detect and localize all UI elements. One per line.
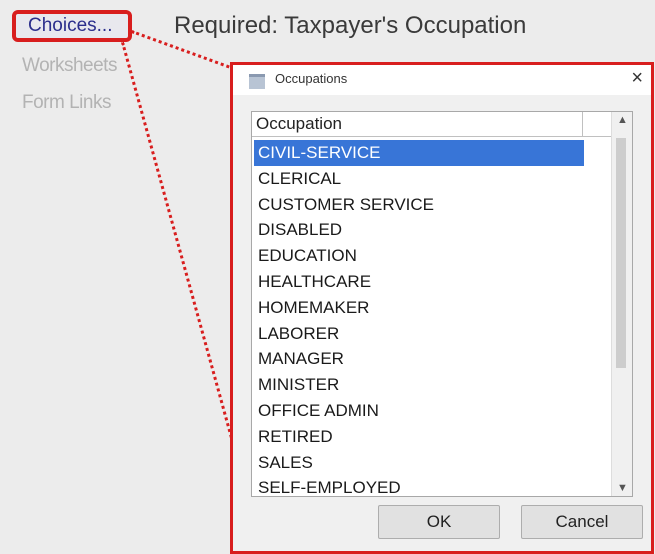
choices-label: Choices... bbox=[28, 15, 113, 36]
dialog-titlebar[interactable]: Occupations × bbox=[233, 65, 651, 95]
list-item[interactable]: CLERICAL bbox=[254, 166, 584, 192]
choices-link[interactable]: Choices... bbox=[12, 10, 132, 42]
list-item[interactable]: MINISTER bbox=[254, 372, 584, 398]
close-icon[interactable]: × bbox=[631, 67, 643, 90]
list-items: CIVIL-SERVICE CLERICAL CUSTOMER SERVICE … bbox=[254, 140, 584, 496]
scroll-thumb[interactable] bbox=[616, 138, 626, 368]
cancel-button[interactable]: Cancel bbox=[521, 505, 643, 539]
list-item[interactable]: HOMEMAKER bbox=[254, 295, 584, 321]
list-item[interactable]: DISABLED bbox=[254, 217, 584, 243]
scroll-down-icon[interactable]: ▼ bbox=[617, 482, 628, 494]
list-item[interactable]: RETIRED bbox=[254, 424, 584, 450]
list-item[interactable]: CIVIL-SERVICE bbox=[254, 140, 584, 166]
list-header[interactable]: Occupation bbox=[252, 112, 632, 137]
occupations-dialog: Occupations × Occupation CIVIL-SERVICE C… bbox=[230, 62, 654, 554]
window-icon bbox=[249, 74, 265, 89]
column-header-occupation[interactable]: Occupation bbox=[256, 114, 342, 134]
dialog-title: Occupations bbox=[275, 71, 348, 86]
list-item[interactable]: MANAGER bbox=[254, 346, 584, 372]
list-item[interactable]: CUSTOMER SERVICE bbox=[254, 192, 584, 218]
column-separator[interactable] bbox=[582, 112, 583, 136]
list-item[interactable]: SALES bbox=[254, 450, 584, 476]
page-title: Required: Taxpayer's Occupation bbox=[174, 12, 527, 39]
list-item[interactable]: LABORER bbox=[254, 321, 584, 347]
vertical-scrollbar[interactable]: ▲ ▼ bbox=[611, 112, 632, 496]
worksheets-link[interactable]: Worksheets bbox=[22, 55, 117, 77]
list-item[interactable]: SELF-EMPLOYED bbox=[254, 475, 584, 496]
form-links-link[interactable]: Form Links bbox=[22, 92, 111, 114]
scroll-up-icon[interactable]: ▲ bbox=[617, 114, 628, 126]
list-item[interactable]: OFFICE ADMIN bbox=[254, 398, 584, 424]
list-item[interactable]: HEALTHCARE bbox=[254, 269, 584, 295]
list-item[interactable]: EDUCATION bbox=[254, 243, 584, 269]
occupation-list[interactable]: Occupation CIVIL-SERVICE CLERICAL CUSTOM… bbox=[251, 111, 633, 497]
ok-button[interactable]: OK bbox=[378, 505, 500, 539]
